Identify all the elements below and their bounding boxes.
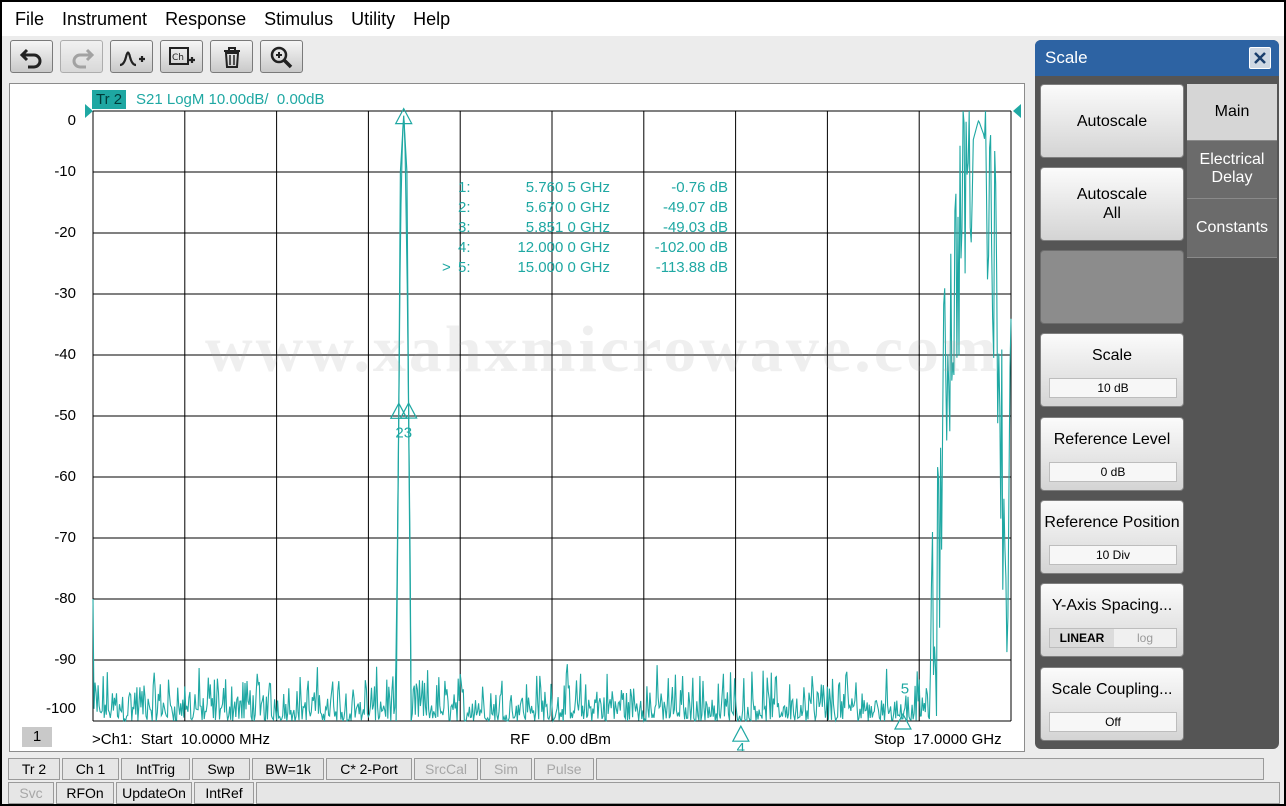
marker-table: 1: 5.760 5 GHz -0.76 dB 2: 5.670 0 GHz -49.0… [442,178,742,278]
menu-bar: File Instrument Response Stimulus Utilit… [2,2,1284,36]
reference-level-arrow-right [1013,104,1021,118]
y-tick-label: -100 [45,700,76,717]
status-rf-on[interactable]: RFOn [56,782,114,804]
status-trigger[interactable]: IntTrig [121,758,190,780]
status-update-on[interactable]: UpdateOn [116,782,192,804]
close-icon [1254,52,1266,64]
add-trace-button[interactable] [110,40,153,73]
marker-row[interactable]: 2: 5.670 0 GHz -49.07 dB [442,198,742,218]
zoom-button[interactable] [260,40,303,73]
channel-number-badge[interactable]: 1 [22,727,52,747]
y-tick-label: -90 [54,651,76,668]
trace-tag[interactable]: Tr 2 [92,90,127,109]
y-tick-label: 0 [67,112,76,129]
panel-close-button[interactable] [1249,47,1271,69]
y-axis-spacing-toggle[interactable]: LINEAR log [1049,628,1177,648]
toolbar: Ch [10,40,303,74]
tab-electrical-delay[interactable]: Electrical Delay [1187,140,1277,198]
redo-button[interactable] [60,40,103,73]
add-trace-icon [119,50,145,66]
scale-panel: Scale Autoscale Autoscale All Scale 10 d… [1035,40,1279,749]
vna-application: File Instrument Response Stimulus Utilit… [0,0,1286,806]
scale-button[interactable]: Scale 10 dB [1040,333,1184,407]
status-int-ref[interactable]: IntRef [194,782,254,804]
menu-instrument[interactable]: Instrument [53,2,156,36]
stop-frequency-label[interactable]: Stop 17.0000 GHz [874,731,1002,748]
panel-title: Scale [1035,40,1279,76]
status-filler [256,782,1280,804]
plot-window[interactable]: 23 4 5 Tr 2 S21 LogM 10.00dB/ 0.00dB 0 -10… [9,83,1025,752]
reference-level-button[interactable]: Reference Level 0 dB [1040,417,1184,491]
tab-constants[interactable]: Constants [1187,198,1277,258]
log-option[interactable]: log [1114,629,1176,647]
menu-utility[interactable]: Utility [342,2,404,36]
watermark-text: www.xahxmicrowave.com [205,313,1000,386]
status-channel[interactable]: Ch 1 [62,758,119,780]
y-tick-label: -10 [54,163,76,180]
linear-option[interactable]: LINEAR [1050,629,1114,647]
y-tick-label: -70 [54,529,76,546]
status-svc[interactable]: Svc [8,782,54,804]
trash-icon [223,46,240,68]
autoscale-all-button[interactable]: Autoscale All [1040,167,1184,241]
redo-icon [72,48,94,68]
empty-softkey [1040,250,1184,324]
status-calibration[interactable]: C* 2-Port [326,758,412,780]
scale-value[interactable]: 10 dB [1049,378,1177,398]
status-trace[interactable]: Tr 2 [8,758,60,780]
status-bar-bottom: Svc RFOn UpdateOn IntRef [8,782,1280,804]
marker-4-label: 4 [737,740,745,751]
y-axis-spacing-button[interactable]: Y-Axis Spacing... LINEAR log [1040,583,1184,657]
trace-title[interactable]: S21 LogM 10.00dB/ 0.00dB [136,90,324,109]
marker-row[interactable]: 3: 5.851 0 GHz -49.03 dB [442,218,742,238]
marker-5-label: 5 [901,681,909,698]
y-tick-label: -60 [54,468,76,485]
menu-help[interactable]: Help [404,2,459,36]
rf-power-label[interactable]: RF 0.00 dBm [510,731,611,748]
scale-coupling-value[interactable]: Off [1049,712,1177,732]
menu-file[interactable]: File [6,2,53,36]
marker-row[interactable]: 4: 12.000 0 GHz -102.00 dB [442,238,742,258]
y-tick-label: -50 [54,407,76,424]
delete-button[interactable] [210,40,253,73]
autoscale-button[interactable]: Autoscale [1040,84,1184,158]
status-bandwidth[interactable]: BW=1k [252,758,324,780]
undo-button[interactable] [10,40,53,73]
status-sim[interactable]: Sim [480,758,532,780]
status-pulse[interactable]: Pulse [534,758,594,780]
status-bar-top: Tr 2 Ch 1 IntTrig Swp BW=1k C* 2-Port Sr… [8,758,1264,780]
y-tick-label: -20 [54,224,76,241]
status-filler [596,758,1264,780]
status-srccal[interactable]: SrcCal [414,758,478,780]
reference-level-value[interactable]: 0 dB [1049,462,1177,482]
marker-4-triangle [731,724,750,742]
menu-response[interactable]: Response [156,2,255,36]
add-channel-icon: Ch [168,46,195,65]
undo-icon [19,48,41,68]
marker-2-3-label: 23 [395,424,412,441]
reference-position-button[interactable]: Reference Position 10 Div [1040,500,1184,574]
scale-coupling-button[interactable]: Scale Coupling... Off [1040,667,1184,741]
menu-stimulus[interactable]: Stimulus [255,2,342,36]
y-tick-label: -40 [54,346,76,363]
start-frequency-label[interactable]: >Ch1: Start 10.0000 MHz [92,731,270,748]
y-tick-label: -30 [54,285,76,302]
marker-row[interactable]: 1: 5.760 5 GHz -0.76 dB [442,178,742,198]
y-tick-label: -80 [54,590,76,607]
status-sweep[interactable]: Swp [192,758,250,780]
reference-position-value[interactable]: 10 Div [1049,545,1177,565]
add-channel-button[interactable]: Ch [160,40,203,73]
tab-main[interactable]: Main [1187,84,1277,140]
marker-row[interactable]: >5: 15.000 0 GHz -113.88 dB [442,258,742,278]
svg-text:Ch: Ch [172,53,184,63]
zoom-icon [270,46,292,68]
